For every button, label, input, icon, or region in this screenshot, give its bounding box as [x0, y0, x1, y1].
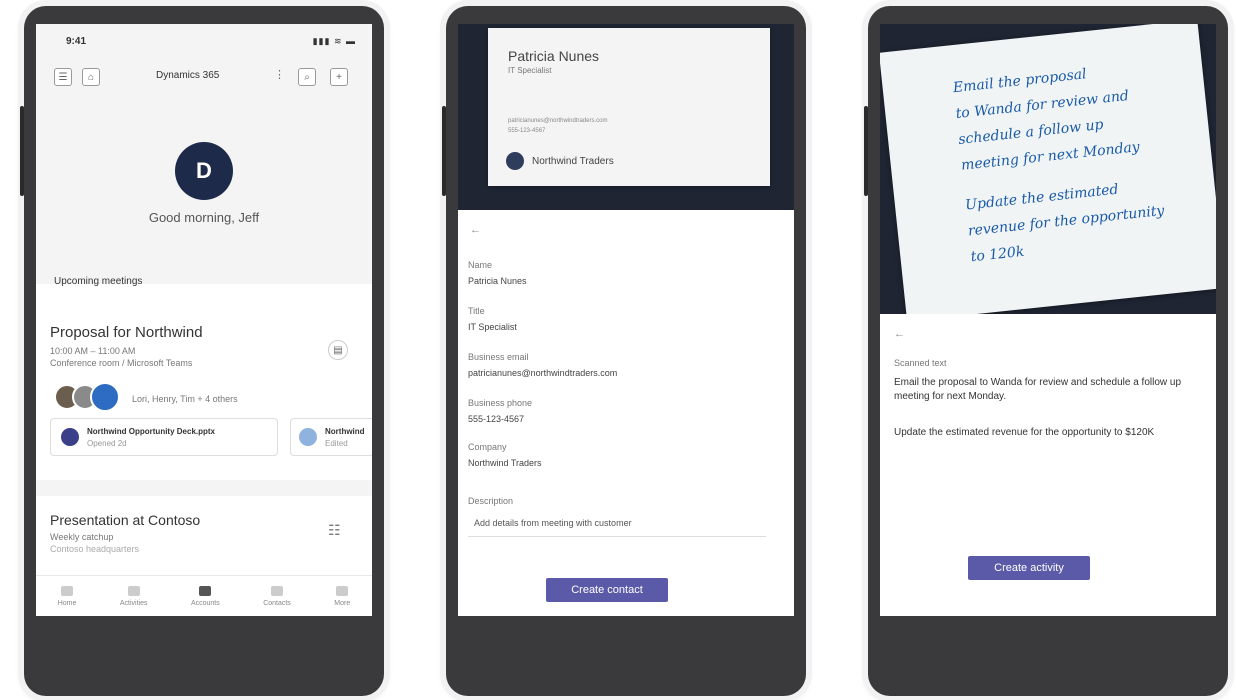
home-icon	[61, 585, 74, 596]
doc-icon	[299, 428, 317, 446]
home-screen: 9:41 ▮▮▮ ≋ ▬ ☰ ⌂ Dynamics 365 ⋮ ⌕ + D Go…	[36, 24, 372, 616]
doc-icon	[61, 428, 79, 446]
nav-home[interactable]: Home	[57, 585, 77, 607]
meeting-list-icon[interactable]: ☷	[328, 522, 341, 539]
field-value: Patricia Nunes	[468, 276, 527, 286]
field-title[interactable]: Title IT Specialist	[468, 306, 517, 332]
nav-more[interactable]: More	[334, 585, 351, 607]
status-bar: 9:41 ▮▮▮ ≋ ▬	[36, 36, 372, 50]
create-contact-button[interactable]: Create contact	[546, 578, 668, 602]
back-arrow-icon[interactable]: ←	[894, 328, 905, 340]
side-button	[864, 106, 868, 196]
meeting-title: Presentation at Contoso	[50, 512, 201, 528]
doc-meta: Edited	[325, 439, 348, 448]
field-label: Company	[468, 442, 507, 452]
handwritten-note-photo: Email the proposal to Wanda for review a…	[880, 24, 1216, 322]
side-button	[442, 106, 446, 196]
scanned-text-panel: ← Scanned text Email the proposal to Wan…	[880, 314, 1216, 616]
doc-meta: Opened 2d	[87, 439, 127, 448]
card-email: patricianunes@northwindtraders.com	[508, 118, 608, 124]
dynamics-logo: D	[175, 142, 233, 200]
bottom-nav: Home Activities Accounts Contacts More	[36, 575, 372, 616]
nav-activities[interactable]: Activities	[119, 585, 148, 607]
field-value: Northwind Traders	[468, 458, 542, 468]
meeting-title: Proposal for Northwind	[50, 324, 203, 341]
activities-icon	[127, 585, 140, 596]
menu-icon[interactable]: ☰	[54, 68, 72, 86]
company-logo-icon	[506, 152, 524, 170]
search-icon[interactable]: ⌕	[298, 68, 316, 86]
field-label: Business email	[468, 352, 529, 362]
handwriting-screen: Email the proposal to Wanda for review a…	[880, 24, 1216, 616]
field-label: Business phone	[468, 398, 533, 408]
meeting-location: Conference room / Microsoft Teams	[50, 358, 193, 368]
phone-frame-business-card: Patricia Nunes IT Specialist patricianun…	[442, 6, 806, 696]
signal-icons: ▮▮▮ ≋ ▬	[312, 36, 356, 46]
nav-accounts[interactable]: Accounts	[190, 585, 220, 607]
field-label: Description	[468, 496, 514, 506]
scanned-text-paragraph[interactable]: Update the estimated revenue for the opp…	[894, 426, 1202, 440]
meeting-time: 10:00 AM – 11:00 AM	[50, 346, 136, 356]
document-card[interactable]: Northwind Opportunity Deck.pptx Opened 2…	[50, 418, 278, 456]
doc-name: Northwind	[325, 427, 365, 436]
field-email[interactable]: Business email patricianunes@northwindtra…	[468, 352, 617, 378]
meeting-subtitle: Weekly catchup	[50, 532, 114, 542]
nav-label: Contacts	[263, 599, 291, 607]
field-phone[interactable]: Business phone 555-123-4567	[468, 398, 532, 424]
status-time: 9:41	[66, 36, 87, 47]
attendee-names: Lori, Henry, Tim + 4 others	[132, 394, 238, 404]
nav-label: More	[334, 599, 351, 607]
more-icon[interactable]: ⋮	[274, 68, 285, 81]
scanned-text-paragraph[interactable]: Email the proposal to Wanda for review a…	[894, 376, 1202, 404]
field-value: IT Specialist	[468, 322, 517, 332]
contact-form: ← Name Patricia Nunes Title IT Specialist …	[458, 210, 794, 616]
document-card[interactable]: Northwind Edited	[290, 418, 372, 456]
avatar	[90, 382, 120, 412]
contacts-icon	[271, 585, 283, 596]
meeting-options-icon[interactable]: ▤	[328, 340, 348, 360]
app-title: Dynamics 365	[156, 70, 220, 81]
card-phone: 555-123-4567	[508, 128, 546, 134]
card-company: Northwind Traders	[532, 156, 614, 167]
card-name: Patricia Nunes	[508, 48, 600, 64]
sitemap-icon[interactable]: ⌂	[82, 68, 100, 86]
meeting-card[interactable]: Proposal for Northwind 10:00 AM – 11:00 …	[36, 306, 372, 476]
phone-frame-home: 9:41 ▮▮▮ ≋ ▬ ☰ ⌂ Dynamics 365 ⋮ ⌕ + D Go…	[20, 6, 384, 696]
back-arrow-icon[interactable]: ←	[470, 224, 481, 236]
doc-name: Northwind Opportunity Deck.pptx	[87, 427, 215, 436]
field-company[interactable]: Company Northwind Traders	[468, 442, 542, 468]
field-value: patricianunes@northwindtraders.com	[468, 368, 618, 378]
phone-frame-handwriting: Email the proposal to Wanda for review a…	[864, 6, 1228, 696]
add-icon[interactable]: +	[330, 68, 348, 86]
field-value: 555-123-4567	[468, 414, 525, 424]
field-label: Name	[468, 260, 493, 270]
nav-label: Activities	[119, 599, 148, 607]
field-label: Title	[468, 306, 485, 316]
business-card-screen: Patricia Nunes IT Specialist patricianun…	[458, 24, 794, 616]
greeting-text: Good morning, Jeff	[148, 210, 260, 225]
meeting-card[interactable]: Presentation at Contoso Weekly catchup C…	[36, 496, 372, 576]
field-name[interactable]: Name Patricia Nunes	[468, 260, 527, 286]
description-field[interactable]: Add details from meeting with customer	[468, 510, 766, 537]
top-bar: ☰ ⌂ Dynamics 365 ⋮ ⌕ +	[36, 64, 372, 88]
scanned-text-label: Scanned text	[894, 358, 947, 368]
handwritten-text: Email the proposal to Wanda for review a…	[952, 50, 1211, 270]
meeting-location: Contoso headquarters	[50, 544, 140, 554]
nav-contacts[interactable]: Contacts	[263, 585, 291, 607]
more-icon	[336, 585, 349, 596]
divider	[36, 480, 372, 496]
side-button	[20, 106, 24, 196]
create-activity-button[interactable]: Create activity	[968, 556, 1090, 580]
accounts-icon	[199, 585, 212, 596]
attendee-avatars[interactable]	[54, 382, 120, 412]
section-label: Upcoming meetings	[54, 276, 143, 287]
nav-label: Accounts	[190, 599, 220, 607]
nav-label: Home	[57, 599, 77, 607]
card-title: IT Specialist	[508, 66, 552, 75]
business-card-photo: Patricia Nunes IT Specialist patricianun…	[488, 28, 770, 186]
